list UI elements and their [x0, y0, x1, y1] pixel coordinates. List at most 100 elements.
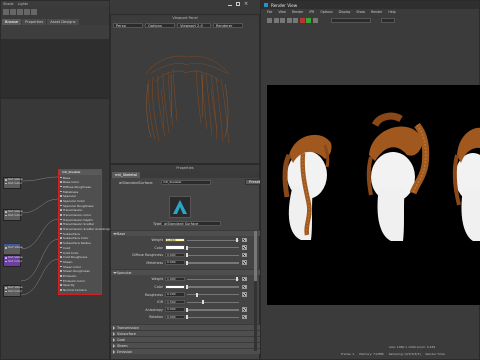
viewport-dropdown-4[interactable]: Renderer	[213, 22, 243, 28]
map-texture-button[interactable]	[242, 276, 247, 282]
toolbar-icon-3[interactable]	[17, 9, 23, 15]
close-icon[interactable]: ×	[244, 2, 248, 7]
map-texture-button[interactable]	[242, 245, 247, 250]
viewport-toolbar: Persp Options Viewport 2.0 Renderer	[111, 21, 259, 29]
map-texture-button[interactable]	[242, 237, 247, 243]
ipr-icon[interactable]	[273, 17, 279, 23]
color-swatch[interactable]	[165, 245, 185, 250]
zoom-dropdown[interactable]	[380, 17, 395, 23]
attribute-slider[interactable]	[187, 286, 239, 288]
render-menu-item[interactable]: Render	[292, 10, 303, 14]
attribute-value-field[interactable]: 0.000	[165, 314, 185, 320]
attribute-slider[interactable]	[187, 247, 239, 249]
node-port[interactable]: Out Value	[4, 245, 23, 250]
material-swatch[interactable]	[169, 196, 191, 218]
tab-asset-designs[interactable]: Asset Designs	[47, 18, 79, 25]
section-emission[interactable]: Emission	[111, 347, 261, 355]
slider-handle[interactable]	[186, 245, 188, 250]
attribute-slider[interactable]	[187, 301, 239, 304]
main-node-port[interactable]: Normal Camera	[59, 288, 101, 293]
main-shader-node[interactable]: mtl_Skeletal Base Base Color Diffuse Rough…	[58, 169, 111, 295]
render-menu-item[interactable]: Options	[320, 10, 332, 14]
scrollbar-thumb[interactable]	[254, 231, 257, 281]
render-menu-item[interactable]: Help	[388, 10, 395, 14]
render-menu-item[interactable]: File	[267, 10, 272, 14]
attribute-slider[interactable]	[187, 254, 239, 257]
attribute-slider[interactable]	[187, 294, 239, 296]
slider-handle[interactable]	[186, 307, 188, 312]
slider-handle[interactable]	[196, 292, 199, 297]
attribute-value-field[interactable]: 1.000	[165, 237, 185, 242]
viewport-dropdown-3[interactable]: Viewport 2.0	[177, 22, 211, 28]
map-texture-button[interactable]	[242, 260, 247, 265]
input-node-3[interactable]: Out Value	[3, 243, 23, 255]
attribute-value-field[interactable]: 1.500	[165, 299, 185, 305]
attribute-slider[interactable]	[187, 278, 239, 281]
slider-handle[interactable]	[186, 260, 188, 265]
toolbar-icon-4[interactable]	[24, 9, 30, 15]
maximize-icon[interactable]	[236, 2, 240, 6]
toolbar-icon-1[interactable]	[3, 9, 9, 15]
map-texture-button[interactable]	[242, 292, 247, 297]
node-port[interactable]: Out Color	[4, 289, 22, 294]
keep-image-icon[interactable]	[286, 17, 292, 23]
remove-image-icon[interactable]	[293, 17, 298, 23]
minimize-icon[interactable]	[228, 5, 232, 6]
slider-handle[interactable]	[236, 277, 239, 282]
viewport-hair-preview[interactable]	[111, 29, 259, 163]
slider-handle[interactable]	[186, 253, 188, 258]
attribute-value-field[interactable]: 1.000	[165, 276, 185, 282]
attribute-value-field[interactable]: 0.200	[165, 292, 185, 297]
color-swatch[interactable]	[165, 284, 185, 289]
input-node-4[interactable]: Out Value Out Color	[3, 255, 23, 267]
menu-shade[interactable]: Shade	[3, 2, 14, 6]
presets-button[interactable]: Presets*	[245, 179, 264, 185]
map-texture-button[interactable]	[242, 314, 247, 320]
attribute-value-field[interactable]: 0.000	[165, 252, 185, 258]
camera-icon[interactable]	[312, 17, 318, 23]
slider-handle[interactable]	[236, 238, 239, 242]
map-texture-button[interactable]	[242, 252, 247, 258]
attribute-slider[interactable]	[187, 239, 239, 241]
attribute-scrollbar[interactable]	[254, 231, 257, 351]
render-canvas[interactable]	[267, 85, 480, 305]
map-texture-button[interactable]	[242, 284, 247, 290]
render-menu-item[interactable]: Show	[356, 10, 365, 14]
attribute-slider[interactable]	[187, 262, 239, 264]
camera-dropdown[interactable]	[331, 17, 371, 23]
slider-handle[interactable]	[186, 284, 188, 289]
node-port[interactable]: Out Color	[4, 181, 22, 186]
input-node-1[interactable]: Out Value Out Color	[3, 177, 23, 189]
attribute-value-field[interactable]: 0.000	[165, 260, 185, 265]
slider-handle[interactable]	[201, 300, 204, 305]
node-editor-panel[interactable]: Out Value Out Color Out Value Out Color …	[0, 98, 111, 360]
snapshot-icon[interactable]	[280, 17, 285, 23]
node-port[interactable]: Out Color	[4, 213, 22, 218]
attribute-row: Rotation 0.000	[111, 313, 261, 321]
material-name-field[interactable]: mtl_Skeletal	[161, 179, 211, 185]
toolbar-icon-2[interactable]	[10, 9, 16, 15]
node-port[interactable]: Out Color	[4, 259, 22, 264]
render-menu-item[interactable]: Render	[371, 10, 382, 14]
map-texture-button[interactable]	[242, 307, 247, 312]
rgb-icon[interactable]	[299, 17, 305, 23]
render-menu-item[interactable]: Display	[339, 10, 351, 14]
slider-handle[interactable]	[186, 315, 188, 320]
attribute-slider[interactable]	[187, 309, 239, 311]
alpha-icon[interactable]	[306, 17, 311, 23]
input-node-2[interactable]: Out Value Out Color	[3, 209, 23, 221]
viewport-dropdown-2[interactable]: Options	[145, 22, 175, 28]
tab-browse[interactable]: Browse	[2, 18, 22, 25]
tab-properties[interactable]: Properties	[22, 18, 47, 25]
render-menu-item[interactable]: View	[278, 10, 286, 14]
tab-material[interactable]: mtl_Skeletal	[112, 171, 140, 178]
toolbar-icon-5[interactable]	[31, 9, 37, 15]
render-icon[interactable]	[267, 17, 272, 23]
material-type-dropdown[interactable]: aiStandard Surface	[161, 221, 221, 226]
attribute-slider[interactable]	[187, 316, 239, 319]
viewport-dropdown-1[interactable]: Persp	[113, 22, 143, 28]
input-node-5[interactable]: Out Value Out Color	[3, 285, 23, 297]
menu-lights[interactable]: Lights	[18, 2, 28, 6]
attribute-value-field[interactable]: 0.000	[165, 307, 185, 312]
render-menu-item[interactable]: IPR	[309, 10, 314, 14]
